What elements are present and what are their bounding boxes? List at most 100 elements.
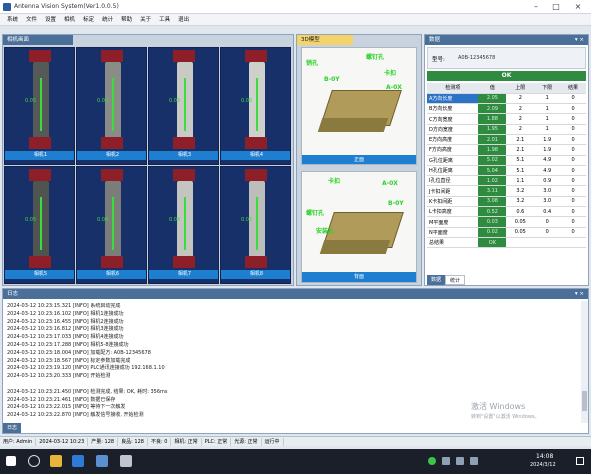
- tab-data[interactable]: 数据 ▾ ×: [425, 35, 588, 45]
- camera-label: 相机3: [149, 151, 218, 160]
- table-row[interactable]: C方向宽度 1.88 2 1 0: [427, 113, 586, 125]
- menu-item-exit[interactable]: 退出: [174, 14, 193, 25]
- search-icon[interactable]: [28, 455, 40, 467]
- tab-cameras[interactable]: 相机画面: [3, 35, 73, 45]
- table-row[interactable]: I孔位直径 1.02 1.1 0.9 0: [427, 175, 586, 187]
- start-icon[interactable]: [6, 456, 16, 466]
- camera-view-4[interactable]: 0.06 相机4: [220, 47, 291, 165]
- camera-label: 相机1: [5, 151, 74, 160]
- table-cell: 0: [560, 93, 586, 105]
- menu-item-statistics[interactable]: 统计: [98, 14, 117, 25]
- table-cell: 0: [560, 155, 586, 166]
- model-view-label: 正面: [302, 155, 416, 164]
- camera-view-3[interactable]: 0.05 相机3: [148, 47, 219, 165]
- menu-item-settings[interactable]: 设置: [41, 14, 60, 25]
- table-cell: [506, 237, 535, 249]
- table-row[interactable]: D方向宽度 1.95 2 1 0: [427, 124, 586, 135]
- network-icon[interactable]: [442, 457, 450, 465]
- table-cell: 0: [560, 216, 586, 228]
- table-row[interactable]: M平面度 0.03 0.05 0 0: [427, 216, 586, 228]
- annotation: 销孔: [306, 60, 319, 67]
- table-cell: 1.9: [534, 134, 561, 146]
- camera-view-6[interactable]: 0.04 相机6: [76, 166, 147, 284]
- column-header[interactable]: 结果: [560, 83, 586, 94]
- folder-icon[interactable]: [50, 455, 62, 467]
- annotation: 卡扣: [384, 70, 397, 77]
- menu-item-tools[interactable]: 工具: [155, 14, 174, 25]
- table-row[interactable]: N平面度 0.02 0.05 0 0: [427, 227, 586, 238]
- defect-mark: [29, 50, 51, 62]
- model-view-back[interactable]: 卡扣 A-0X 螺钉孔 安装孔 B-0Y 背面: [301, 171, 417, 283]
- part-model-face: [319, 240, 391, 254]
- vision-app-icon[interactable]: [120, 455, 132, 467]
- table-cell: 2: [506, 124, 535, 135]
- clock-date[interactable]: 2024/3/12: [530, 462, 556, 468]
- close-icon[interactable]: ×: [570, 1, 586, 12]
- log-scrollbar[interactable]: [581, 301, 588, 423]
- tab-data-table[interactable]: 数据: [427, 275, 446, 285]
- annotation: B-0Y: [324, 76, 340, 83]
- camera-panel: 相机画面 0.05 相机1 0.07 相机2 0.05 相机3 0.06 相机4 0.05 相机5…: [2, 34, 294, 286]
- log-title: 日志: [7, 291, 19, 297]
- input-method-icon[interactable]: [470, 457, 478, 465]
- table-cell: 3.0: [534, 196, 561, 208]
- tray-icon[interactable]: [428, 457, 436, 465]
- table-cell: 2: [506, 113, 535, 125]
- camera-view-1[interactable]: 0.05 相机1: [4, 47, 75, 165]
- tab-statistics[interactable]: 统计: [445, 275, 466, 285]
- table-row[interactable]: A方向长度 2.05 2 1 0: [427, 93, 586, 105]
- log-entry: 2024-03-12 10:23:19.120 [INFO] PLC通讯连接成功…: [7, 365, 165, 372]
- browser-icon[interactable]: [72, 455, 84, 467]
- menu-item-camera[interactable]: 相机: [60, 14, 79, 25]
- status-item: 产量: 128: [88, 437, 119, 446]
- measurement-value: 0.05: [25, 98, 37, 104]
- table-row[interactable]: F方向高度 1.98 2.1 1.9 0: [427, 144, 586, 156]
- notification-icon[interactable]: [576, 457, 584, 465]
- volume-icon[interactable]: [456, 457, 464, 465]
- table-cell: 0: [560, 165, 586, 177]
- log-entry: 2024-03-12 10:23:16.102 [INFO] 相机1连接成功: [7, 310, 124, 317]
- table-row[interactable]: J卡扣间距 3.11 3.2 3.0 0: [427, 185, 586, 197]
- table-cell: 1: [534, 93, 561, 105]
- column-header[interactable]: 检测项: [427, 83, 479, 94]
- column-header[interactable]: 下限: [534, 83, 561, 94]
- camera-view-7[interactable]: 0.06 相机7: [148, 166, 219, 284]
- menu-item-file[interactable]: 文件: [22, 14, 41, 25]
- table-cell: J卡扣间距: [427, 185, 479, 197]
- table-row[interactable]: L卡扣高度 0.52 0.6 0.4 0: [427, 206, 586, 218]
- menu-item-about[interactable]: 关于: [136, 14, 155, 25]
- pin-icon[interactable]: ▾ ×: [575, 35, 588, 45]
- table-cell: C方向宽度: [427, 113, 479, 125]
- maximize-icon[interactable]: □: [548, 1, 564, 12]
- table-cell: 0.02: [478, 227, 507, 238]
- column-header[interactable]: 值: [478, 83, 507, 94]
- defect-mark: [29, 169, 51, 181]
- table-row[interactable]: B方向长度 2.09 2 1 0: [427, 103, 586, 115]
- table-cell: 0: [560, 134, 586, 146]
- menu-item-help[interactable]: 帮助: [117, 14, 136, 25]
- clock-time[interactable]: 14:08: [536, 453, 553, 460]
- scrollbar-thumb[interactable]: [582, 391, 587, 411]
- app-window-icon[interactable]: [96, 455, 108, 467]
- data-table-container[interactable]: 检测项值上限 下限 结果 A方向长度 2.05 2 1 0 B方向长度 2.09 2 1 0 C方向宽度 1…: [427, 83, 586, 273]
- defect-mark: [173, 137, 195, 149]
- tab-log[interactable]: 日志: [3, 423, 22, 433]
- menu-item-system[interactable]: 系统: [3, 14, 22, 25]
- table-row[interactable]: E方向高度 2.01 2.1 1.9 0: [427, 134, 586, 146]
- tab-model[interactable]: 3D模型: [297, 35, 353, 45]
- table-row[interactable]: 总结果 OK: [427, 237, 586, 249]
- model-value: A0B-12345678: [458, 55, 496, 61]
- camera-view-5[interactable]: 0.05 相机5: [4, 166, 75, 284]
- pin-icon[interactable]: ▾ ×: [575, 289, 588, 299]
- model-view-front[interactable]: 螺钉孔 销孔 卡扣 A-0X B-0Y 正面: [301, 47, 417, 165]
- column-header[interactable]: 上限: [506, 83, 535, 94]
- table-row[interactable]: H孔位距离 5.04 5.1 4.9 0: [427, 165, 586, 177]
- table-row[interactable]: K卡扣间距 3.08 3.2 3.0 0: [427, 196, 586, 208]
- camera-label: 相机5: [5, 270, 74, 279]
- log-entry: 2024-03-12 10:23:21.450 [INFO] 检测完成, 结果:…: [7, 388, 168, 395]
- camera-view-2[interactable]: 0.07 相机2: [76, 47, 147, 165]
- table-row[interactable]: G孔位距离 5.02 5.1 4.9 0: [427, 155, 586, 166]
- camera-view-8[interactable]: 0.05 相机8: [220, 166, 291, 284]
- minimize-icon[interactable]: –: [528, 1, 544, 12]
- menu-item-calibration[interactable]: 标定: [79, 14, 98, 25]
